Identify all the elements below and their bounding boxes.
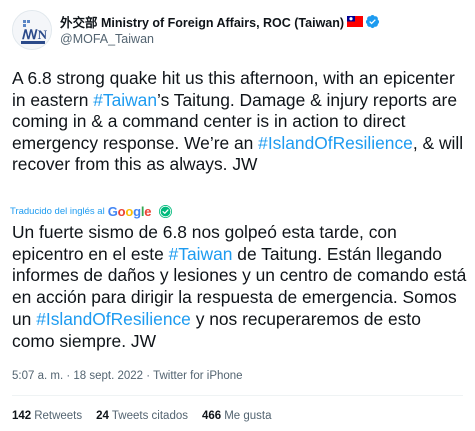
hashtag-link[interactable]: #Taiwan (169, 244, 233, 264)
translation-label: Traducido del inglés al (10, 205, 105, 217)
account-name[interactable]: 外交部 Ministry of Foreign Affairs, ROC (Ta… (60, 12, 344, 31)
tweet-stats: 142 Retweets 24 Tweets citados 466 Me gusta (12, 410, 286, 422)
tweet-text: A 6.8 strong quake hit us this afternoon… (12, 68, 467, 176)
retweets-count: 142 (12, 410, 32, 422)
account-info: 外交部 Ministry of Foreign Affairs, ROC (Ta… (60, 12, 380, 46)
quotes-label: Tweets citados (111, 410, 188, 422)
hashtag-link[interactable]: #Taiwan (93, 90, 157, 110)
translated-text: Un fuerte sismo de 6.8 nos golpeó esta t… (12, 222, 467, 352)
account-handle[interactable]: @MOFA_Taiwan (60, 32, 380, 46)
tweet-date[interactable]: 18 sept. 2022 (73, 370, 143, 382)
likes-stat[interactable]: 466 Me gusta (202, 410, 272, 422)
meta-separator: · (63, 370, 74, 382)
retweets-stat[interactable]: 142 Retweets (12, 410, 82, 422)
google-logo: Google (107, 203, 152, 219)
mofa-logo-icon: ꟿN (13, 11, 51, 49)
quotes-count: 24 (96, 410, 109, 422)
quotes-stat[interactable]: 24 Tweets citados (96, 410, 188, 422)
tweet-meta: 5:07 a. m. · 18 sept. 2022 · Twitter for… (12, 370, 243, 382)
verified-badge-icon (365, 14, 380, 28)
meta-separator: · (143, 370, 154, 382)
check-circle-icon (159, 204, 173, 218)
taiwan-flag-icon (347, 15, 364, 27)
likes-count: 466 (202, 410, 222, 422)
tweet-time[interactable]: 5:07 a. m. (12, 370, 63, 382)
hashtag-link[interactable]: #IslandOfResilience (258, 133, 413, 153)
tweet-header: ꟿN 外交部 Ministry of Foreign Affairs, ROC … (12, 10, 463, 52)
avatar[interactable]: ꟿN (12, 10, 52, 50)
hashtag-link[interactable]: #IslandOfResilience (36, 309, 191, 329)
svg-text:ꟿN: ꟿN (22, 27, 48, 42)
likes-label: Me gusta (224, 410, 272, 422)
tweet-source[interactable]: Twitter for iPhone (153, 370, 242, 382)
translation-attribution[interactable]: Traducido del inglés al Google (10, 202, 173, 220)
retweets-label: Retweets (34, 410, 83, 422)
divider (12, 395, 463, 396)
